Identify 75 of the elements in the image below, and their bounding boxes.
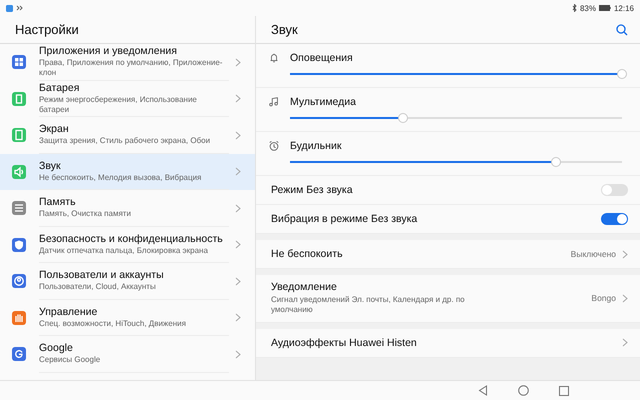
item-title: Управление — [39, 306, 98, 318]
home-icon[interactable] — [518, 385, 529, 396]
item-subtitle: Режим энергосбережения, Использование батареи — [39, 94, 198, 115]
chevron-right-icon — [235, 313, 241, 322]
setting-value: Выключено — [570, 249, 616, 259]
setting-row[interactable]: Режим Без звука — [256, 176, 640, 205]
item-title: Экран — [39, 123, 70, 136]
item-subtitle: Память, Очистка памяти — [39, 209, 132, 220]
slider-thumb[interactable] — [398, 113, 408, 123]
setting-row[interactable]: Аудиоэффекты Huawei Histen — [256, 328, 640, 358]
settings-item[interactable]: Безопасность и конфиденциальность Датчик отпечатка пальца, Блокировка экрана — [0, 226, 255, 263]
chevron-right-icon — [235, 350, 241, 359]
settings-item[interactable]: Управление Спец. возможности, HiTouch, Движения — [0, 300, 255, 336]
settings-item[interactable]: Google Сервисы Google — [0, 336, 255, 372]
item-subtitle: Датчик отпечатка пальца, Блокировка экрана — [39, 246, 209, 256]
chevron-right-icon — [622, 338, 628, 348]
volume-label: Мультимедиа — [290, 96, 357, 108]
item-subtitle: Не беспокоить, Мелодия вызова, Вибрация — [39, 172, 202, 183]
volume-label: Оповещения — [290, 52, 354, 64]
item-subtitle: Сервисы Google — [39, 355, 102, 366]
setting-label: Не беспокоить — [271, 248, 344, 260]
setting-row[interactable]: Уведомление Сигнал уведомлений Эл. почты, Календаря и др. по умолчанию Bongo — [256, 275, 640, 323]
setting-value: Bongo — [591, 293, 616, 304]
setting-row[interactable]: Не беспокоить Выключено — [256, 240, 640, 269]
setting-label: Аудиоэффекты Huawei Histen — [271, 336, 418, 349]
item-subtitle: Спец. возможности, HiTouch, Движения — [39, 318, 187, 329]
chevron-right-icon — [235, 204, 241, 213]
bluetooth-icon — [572, 4, 577, 12]
recents-icon[interactable] — [559, 386, 569, 396]
chevron-right-icon — [235, 58, 241, 67]
item-title: Звук — [39, 160, 62, 172]
music-icon — [268, 96, 280, 108]
slider-thumb[interactable] — [550, 157, 561, 167]
item-title: Память — [39, 196, 77, 208]
toggle-switch[interactable] — [601, 184, 628, 196]
item-title: Google — [39, 342, 74, 354]
toggle-switch[interactable] — [601, 213, 628, 225]
chevron-right-icon — [235, 167, 241, 176]
volume-label: Будильник — [290, 140, 342, 152]
setting-label: Режим Без звука — [271, 184, 354, 196]
chevron-right-icon — [235, 276, 241, 286]
setting-label: Вибрация в режиме Без звука — [271, 213, 418, 225]
chevrons-icon — [16, 5, 23, 11]
chevron-right-icon — [235, 240, 241, 250]
setting-subtitle: Сигнал уведомлений Эл. почты, Календаря и др. по умолчанию — [271, 295, 466, 316]
item-subtitle: Защита зрения, Стиль рабочего экрана, Обои — [39, 136, 212, 146]
settings-item[interactable]: Звук Не беспокоить, Мелодия вызова, Вибрация — [0, 154, 255, 190]
battery-icon — [598, 5, 611, 11]
notification-icon — [6, 4, 13, 12]
item-title: Безопасность и конфиденциальность — [39, 232, 224, 245]
chevron-right-icon — [235, 94, 241, 104]
setting-label: Уведомление — [271, 281, 338, 293]
back-icon[interactable] — [478, 385, 488, 396]
chevron-right-icon — [622, 294, 628, 303]
setting-row[interactable]: Вибрация в режиме Без звука — [256, 205, 640, 234]
item-subtitle: Пользователи, Cloud, Аккаунты — [39, 282, 157, 292]
clock-time: 12:16 — [614, 4, 634, 12]
chevron-right-icon — [622, 250, 628, 258]
sidebar-title: Настройки — [15, 22, 79, 37]
volume-slider[interactable] — [290, 68, 628, 80]
panel-title: Звук — [271, 22, 298, 37]
slider-thumb[interactable] — [617, 69, 627, 79]
item-subtitle: Права, Приложения по умолчанию, Приложение-клон — [39, 58, 224, 78]
settings-item[interactable]: Батарея Режим энергосбережения, Использование батареи — [0, 80, 255, 117]
battery-percent: 83% — [580, 4, 596, 12]
search-icon[interactable] — [616, 24, 628, 36]
settings-item[interactable]: Приложения и уведомления Права, Приложения по умолчанию, Приложение-клон — [0, 44, 255, 80]
item-title: Батарея — [39, 82, 80, 94]
chevron-right-icon — [235, 130, 241, 140]
bell-icon — [268, 52, 280, 64]
settings-item[interactable]: Память Память, Очистка памяти — [0, 190, 255, 226]
settings-item[interactable]: Пользователи и аккаунты Пользователи, Cloud, Аккаунты — [0, 263, 255, 300]
item-title: Приложения и уведомления — [39, 45, 178, 58]
item-title: Пользователи и аккаунты — [39, 269, 165, 282]
alarm-icon — [268, 140, 280, 152]
